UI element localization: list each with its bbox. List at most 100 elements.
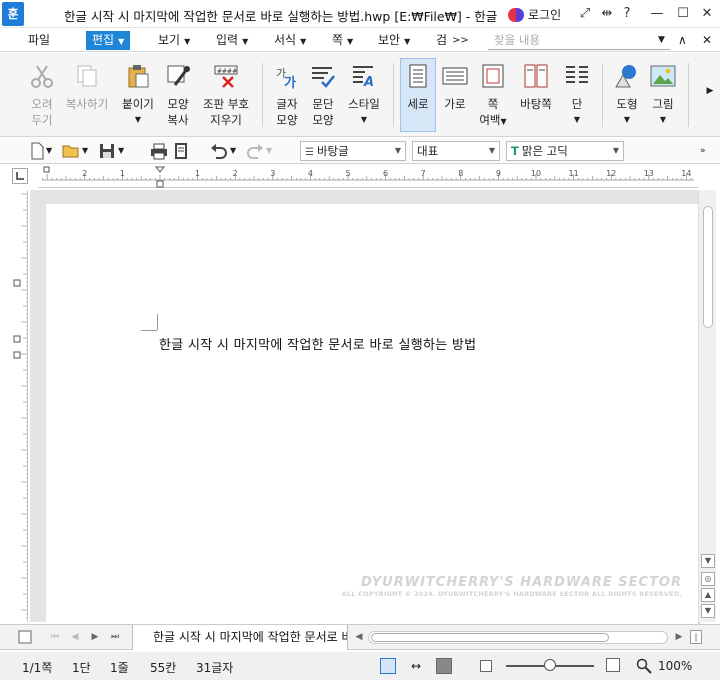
clear-markup-button[interactable]: #### 조판 부호 지우기: [200, 59, 252, 128]
new-tab-icon[interactable]: [18, 630, 32, 644]
open-folder-icon[interactable]: [62, 142, 80, 160]
chevron-down-icon[interactable]: ▼: [266, 142, 284, 160]
split-view-icon[interactable]: |: [690, 630, 702, 644]
menu-page[interactable]: 쪽 ▼: [328, 31, 357, 50]
status-line: 1줄: [110, 661, 129, 675]
zoom-slider-thumb[interactable]: [544, 659, 556, 671]
ruler-number: 9: [496, 169, 501, 178]
resize-width-icon[interactable]: ⇹: [598, 5, 616, 23]
menu-format[interactable]: 서식 ▼: [270, 31, 310, 50]
full-page-icon[interactable]: [436, 658, 452, 674]
ribbon-scroll-button[interactable]: ▶: [703, 83, 717, 99]
menu-file[interactable]: 파일: [24, 31, 54, 50]
para-shape-button[interactable]: 문단 모양: [306, 59, 340, 128]
shape-button[interactable]: 도형 ▼: [610, 59, 644, 128]
horizontal-scroll-thumb[interactable]: [371, 633, 609, 642]
format-painter-button[interactable]: 모양 복사: [162, 59, 194, 128]
hwp-app-icon[interactable]: 훈: [2, 2, 24, 26]
vertical-scroll-thumb[interactable]: [703, 206, 713, 328]
scroll-left-icon[interactable]: ◀: [352, 630, 366, 644]
menu-edit[interactable]: 편집 ▼: [86, 31, 131, 50]
status-char-position: 55칸: [150, 661, 177, 675]
document-tab-bar: ⏮ ◀ ▶ ⏭ 한글 시작 시 마지막에 작업한 문서로 바로 실행하는 방법 …: [0, 624, 720, 650]
find-input[interactable]: 찾을 내용: [488, 31, 670, 50]
menu-insert[interactable]: 입력 ▼: [212, 31, 252, 50]
undo-icon[interactable]: [210, 142, 228, 160]
zoom-out-icon[interactable]: [480, 660, 492, 672]
menu-more-button[interactable]: >>: [448, 31, 473, 50]
vertical-ruler-scale: [13, 193, 28, 619]
close-doc-icon[interactable]: ✕: [698, 31, 716, 50]
ruler-corner-button[interactable]: [12, 168, 28, 184]
document-body-text[interactable]: 한글 시작 시 마지막에 작업한 문서로 바로 실행하는 방법: [159, 334, 476, 353]
portrait-button[interactable]: 세로: [400, 58, 436, 132]
cut-button[interactable]: 오려 두기: [26, 59, 58, 128]
save-icon[interactable]: [98, 142, 116, 160]
format-painter-label-2: 복사: [167, 113, 189, 127]
char-shape-button[interactable]: 가가 글자 모양: [270, 59, 304, 128]
picture-button[interactable]: 그림 ▼: [648, 59, 678, 128]
columns-button[interactable]: 단 ▼: [562, 59, 592, 128]
document-area[interactable]: 한글 시작 시 마지막에 작업한 문서로 바로 실행하는 방법 DYURWITC…: [30, 190, 698, 624]
ruler-number: 2: [233, 169, 238, 178]
chevron-down-icon: ▼: [659, 115, 667, 124]
find-dropdown-icon[interactable]: ▼: [654, 31, 669, 50]
fullscreen-icon[interactable]: ⤢: [576, 5, 594, 23]
style-icon: A: [353, 66, 374, 90]
page-object-icon[interactable]: ◎: [701, 572, 715, 586]
menu-view[interactable]: 보기 ▼: [154, 31, 194, 50]
ruler-number: 10: [531, 169, 541, 178]
clear-markup-icon: ####: [214, 65, 238, 88]
indent-top-marker: [13, 279, 21, 287]
language-select[interactable]: 대표 ▼: [412, 141, 500, 161]
vertical-scrollbar[interactable]: ▼ ◎ ▲ ▼: [698, 190, 716, 622]
first-tab-icon[interactable]: ⏮: [48, 630, 62, 644]
zoom-level[interactable]: 100%: [658, 659, 692, 673]
print-icon[interactable]: [150, 142, 168, 160]
zoom-in-icon[interactable]: [606, 658, 620, 672]
font-select[interactable]: T 맑은 고딕 ▼: [506, 141, 624, 161]
menu-security[interactable]: 보안 ▼: [374, 31, 414, 50]
scroll-down-icon[interactable]: ▼: [701, 554, 715, 568]
style-button[interactable]: A 스타일 ▼: [344, 59, 384, 128]
prev-page-icon[interactable]: ▲: [701, 588, 715, 602]
paste-button[interactable]: 붙이기 ▼: [118, 59, 158, 128]
landscape-button[interactable]: 가로: [440, 59, 470, 112]
document-tab[interactable]: 한글 시작 시 마지막에 작업한 문서로 바로 실행하는 방법: [132, 625, 348, 650]
maximize-button[interactable]: ☐: [674, 5, 692, 23]
collapse-ribbon-icon[interactable]: ∧: [674, 31, 691, 50]
next-tab-icon[interactable]: ▶: [88, 630, 102, 644]
window-title: 한글 시작 시 마지막에 작업한 문서로 바로 실행하는 방법.hwp [E:₩…: [64, 9, 498, 24]
redo-icon[interactable]: [246, 142, 264, 160]
horizontal-ruler[interactable]: 2 1 1 2 3 4 5 6 7 8 9 10 11 12 13 14: [38, 166, 698, 188]
login-button[interactable]: 로그인: [508, 6, 561, 23]
new-document-icon[interactable]: [28, 142, 46, 160]
scroll-right-icon[interactable]: ▶: [672, 630, 686, 644]
page-view-icon[interactable]: [380, 658, 396, 674]
chevron-down-icon: ▼: [612, 146, 619, 155]
style-select[interactable]: ☰ 바탕글 ▼: [300, 141, 406, 161]
last-tab-icon[interactable]: ⏭: [108, 630, 122, 644]
minimize-button[interactable]: —: [648, 5, 666, 23]
fit-width-icon[interactable]: ↔: [408, 658, 424, 674]
chevron-down-icon[interactable]: ▼: [118, 142, 136, 160]
toolbar-expand-icon[interactable]: »: [700, 142, 718, 160]
document-page[interactable]: 한글 시작 시 마지막에 작업한 문서로 바로 실행하는 방법 DYURWITC…: [46, 204, 698, 624]
scissors-icon: [31, 65, 53, 88]
chevron-down-icon: ▼: [184, 37, 191, 46]
ruler-number: 8: [458, 169, 463, 178]
master-page-button[interactable]: 바탕쪽: [516, 59, 556, 112]
prev-tab-icon[interactable]: ◀: [68, 630, 82, 644]
tab-stop-icon: [16, 172, 24, 180]
next-page-icon[interactable]: ▼: [701, 604, 715, 618]
horizontal-scrollbar[interactable]: [368, 631, 668, 644]
copy-label: 복사하기: [65, 97, 109, 111]
copy-button[interactable]: 복사하기: [62, 59, 112, 112]
status-page[interactable]: 1/1쪽: [22, 659, 52, 676]
vertical-ruler[interactable]: [12, 190, 28, 622]
print-preview-icon[interactable]: [172, 142, 190, 160]
help-icon[interactable]: ?: [618, 5, 636, 23]
page-margin-button[interactable]: 쪽 여백▼: [476, 59, 510, 130]
close-button[interactable]: ✕: [698, 5, 716, 23]
magnifier-icon[interactable]: [636, 658, 652, 674]
